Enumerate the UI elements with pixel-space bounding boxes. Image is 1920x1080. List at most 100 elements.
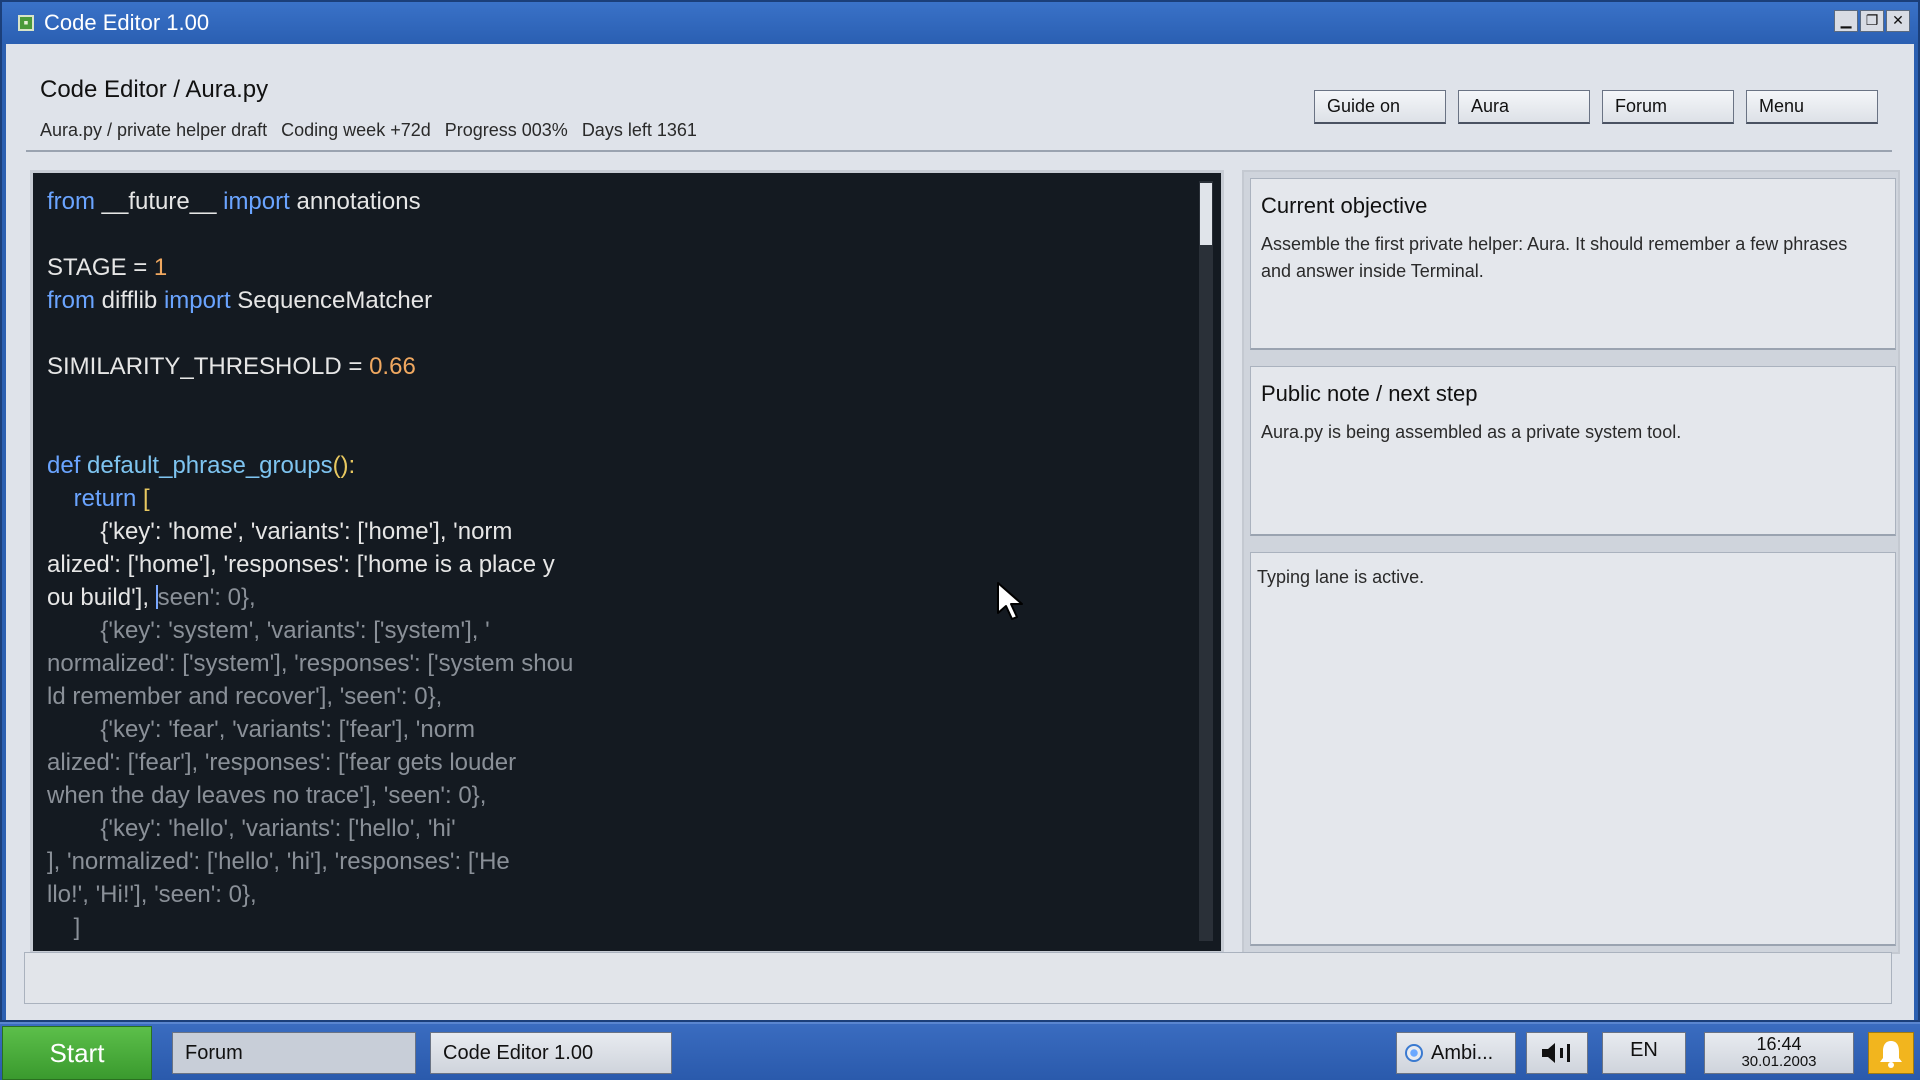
window-controls: ▁ ❐ ✕ — [1834, 10, 1910, 32]
taskbar-item-forum[interactable]: Forum — [172, 1032, 416, 1074]
clock-date: 30.01.2003 — [1741, 1053, 1817, 1070]
code-token: ], 'normalized': ['hello', 'hi'], 'respo… — [47, 848, 510, 875]
code-line[interactable]: {'key': 'home', 'variants': ['home'], 'n… — [47, 515, 1193, 548]
code-line[interactable] — [47, 317, 1193, 350]
title-bar[interactable]: ▪ Code Editor 1.00 ▁ ❐ ✕ — [2, 2, 1918, 44]
aura-button[interactable]: Aura — [1458, 90, 1590, 124]
code-token: [ — [136, 485, 150, 512]
taskbar: Start Forum Code Editor 1.00 Ambi... EN … — [0, 1022, 1920, 1080]
code-line[interactable]: alized': ['fear'], 'responses': ['fear g… — [47, 746, 1193, 779]
code-token: from — [47, 287, 95, 314]
tray-clock[interactable]: 16:44 30.01.2003 — [1704, 1032, 1854, 1074]
code-line[interactable]: when the day leaves no trace'], 'seen': … — [47, 779, 1193, 812]
header-buttons: Guide on Aura Forum Menu — [1314, 90, 1878, 124]
code-line[interactable]: normalized': ['system'], 'responses': ['… — [47, 647, 1193, 680]
code-line[interactable]: from difflib import SequenceMatcher — [47, 284, 1193, 317]
objective-panel: Current objective Assemble the first pri… — [1250, 178, 1896, 350]
code-token: __future__ — [95, 188, 224, 215]
objective-title: Current objective — [1261, 193, 1428, 218]
code-token: seen': 0}, — [157, 584, 256, 611]
maximize-icon[interactable]: ❐ — [1860, 10, 1884, 32]
ambient-label: Ambi... — [1431, 1041, 1494, 1064]
code-token: ou build'], — [47, 584, 156, 611]
status-bar — [24, 952, 1892, 1004]
code-token: difflib — [95, 287, 164, 314]
code-token: {'key': 'hello', 'variants': ['hello', '… — [47, 815, 456, 842]
code-editor-panel[interactable]: from __future__ import annotations STAGE … — [30, 170, 1224, 954]
code-token: alized': ['fear'], 'responses': ['fear g… — [47, 749, 517, 776]
ambient-tray-button[interactable]: Ambi... — [1396, 1032, 1516, 1074]
code-line[interactable] — [47, 218, 1193, 251]
window-title: Code Editor 1.00 — [44, 10, 210, 35]
progress-label: Progress 003% — [444, 120, 568, 140]
window-client: Code Editor / Aura.py Aura.py / private … — [6, 44, 1914, 1020]
code-token: annotations — [289, 188, 421, 215]
code-line[interactable]: return [ — [47, 482, 1193, 515]
code-token: SequenceMatcher — [230, 287, 433, 314]
forum-button[interactable]: Forum — [1602, 90, 1734, 124]
code-line[interactable] — [47, 416, 1193, 449]
code-token: 0.66 — [369, 353, 416, 380]
ambient-icon — [1405, 1044, 1423, 1062]
code-line[interactable]: SIMILARITY_THRESHOLD = 0.66 — [47, 350, 1193, 383]
code-token: default_phrase_groups — [80, 452, 333, 479]
code-token: SIMILARITY_THRESHOLD = — [47, 353, 370, 380]
code-token: llo!', 'Hi!'], 'seen': 0}, — [47, 881, 257, 908]
guide-button[interactable]: Guide on — [1314, 90, 1446, 124]
close-icon[interactable]: ✕ — [1886, 10, 1910, 32]
code-line[interactable]: llo!', 'Hi!'], 'seen': 0}, — [47, 878, 1193, 911]
code-token: return — [47, 485, 137, 512]
code-line[interactable]: {'key': 'hello', 'variants': ['hello', '… — [47, 812, 1193, 845]
code-token: import — [223, 188, 290, 215]
start-button[interactable]: Start — [2, 1026, 152, 1080]
code-token: normalized': ['system'], 'responses': ['… — [47, 650, 574, 677]
code-editor-window: ▪ Code Editor 1.00 ▁ ❐ ✕ Code Editor / A… — [0, 0, 1920, 1022]
code-line[interactable] — [47, 383, 1193, 416]
editor-header: Code Editor / Aura.py Aura.py / private … — [26, 60, 1892, 152]
code-token: (): — [332, 452, 356, 479]
note-text: Aura.py is being assembled as a private … — [1261, 422, 1682, 442]
volume-icon — [1542, 1043, 1570, 1063]
note-panel: Public note / next step Aura.py is being… — [1250, 366, 1896, 536]
days-left: Days left 1361 — [581, 120, 697, 140]
scrollbar-thumb[interactable] — [1200, 183, 1212, 245]
code-line[interactable]: from __future__ import annotations — [47, 185, 1193, 218]
code-token: STAGE = — [47, 254, 154, 281]
code-token: alized': ['home'], 'responses': ['home i… — [47, 551, 555, 578]
code-area[interactable]: from __future__ import annotations STAGE … — [33, 173, 1193, 951]
code-token: from — [47, 188, 95, 215]
editor-scrollbar[interactable] — [1199, 181, 1213, 941]
code-token: {'key': 'fear', 'variants': ['fear'], 'n… — [47, 716, 476, 743]
mouse-pointer-icon — [997, 582, 1023, 620]
language-indicator[interactable]: EN — [1602, 1032, 1686, 1074]
code-line[interactable]: ] — [47, 911, 1193, 944]
clock-time: 16:44 — [1756, 1034, 1802, 1054]
typing-lane-panel[interactable]: Typing lane is active. — [1250, 552, 1896, 946]
code-line[interactable]: def default_phrase_groups(): — [47, 449, 1193, 482]
objective-text: Assemble the first private helper: Aura.… — [1261, 234, 1848, 281]
notification-button[interactable] — [1868, 1032, 1914, 1074]
meta-row: Aura.py / private helper draft Coding we… — [40, 120, 697, 141]
code-token: {'key': 'system', 'variants': ['system']… — [47, 617, 490, 644]
taskbar-item-code-editor[interactable]: Code Editor 1.00 — [430, 1032, 672, 1074]
typing-lane-status: Typing lane is active. — [1257, 567, 1425, 587]
menu-button[interactable]: Menu — [1746, 90, 1878, 124]
code-line[interactable]: alized': ['home'], 'responses': ['home i… — [47, 548, 1193, 581]
minimize-icon[interactable]: ▁ — [1834, 10, 1858, 32]
app-icon: ▪ — [18, 15, 34, 31]
file-description: Aura.py / private helper draft — [40, 120, 268, 140]
bell-icon — [1880, 1041, 1902, 1068]
page-title: Code Editor / Aura.py — [40, 76, 269, 103]
code-line[interactable]: STAGE = 1 — [47, 251, 1193, 284]
code-line[interactable]: {'key': 'fear', 'variants': ['fear'], 'n… — [47, 713, 1193, 746]
code-token: 1 — [153, 254, 168, 281]
code-line[interactable]: ld remember and recover'], 'seen': 0}, — [47, 680, 1193, 713]
code-token: ld remember and recover'], 'seen': 0}, — [47, 683, 443, 710]
note-title: Public note / next step — [1261, 381, 1478, 406]
code-line[interactable]: ], 'normalized': ['hello', 'hi'], 'respo… — [47, 845, 1193, 878]
volume-button[interactable] — [1526, 1032, 1588, 1074]
code-token: import — [163, 287, 231, 314]
code-token: ] — [47, 914, 81, 941]
code-token: def — [47, 452, 81, 479]
side-panels: Current objective Assemble the first pri… — [1242, 170, 1900, 954]
